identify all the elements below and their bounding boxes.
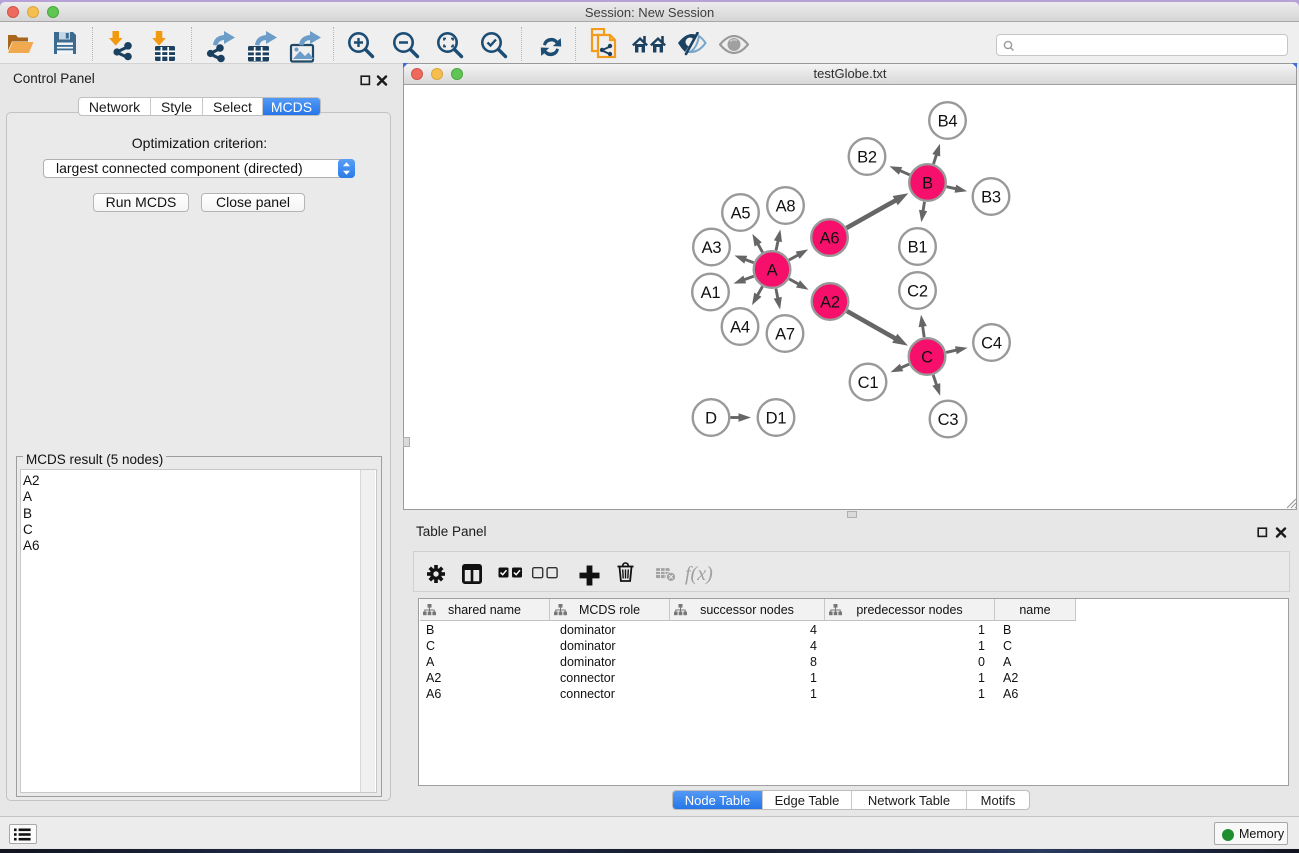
svg-text:D1: D1 [766,410,787,428]
svg-text:B2: B2 [857,149,877,167]
svg-text:B: B [922,175,933,193]
svg-text:C4: C4 [981,335,1002,353]
svg-text:A8: A8 [776,198,796,216]
svg-text:C: C [921,349,933,367]
svg-text:A2: A2 [820,294,840,312]
svg-text:A4: A4 [730,319,750,337]
svg-text:C1: C1 [858,374,879,392]
svg-text:D: D [705,410,717,428]
svg-text:A5: A5 [731,205,751,223]
svg-text:B1: B1 [908,239,928,257]
svg-text:B4: B4 [938,113,958,131]
svg-text:A: A [767,262,778,280]
svg-text:B3: B3 [981,189,1001,207]
svg-text:A1: A1 [701,284,721,302]
svg-text:C3: C3 [938,411,959,429]
svg-text:A7: A7 [775,326,795,344]
svg-text:A3: A3 [702,239,722,257]
svg-text:A6: A6 [820,230,840,248]
svg-text:C2: C2 [907,283,928,301]
